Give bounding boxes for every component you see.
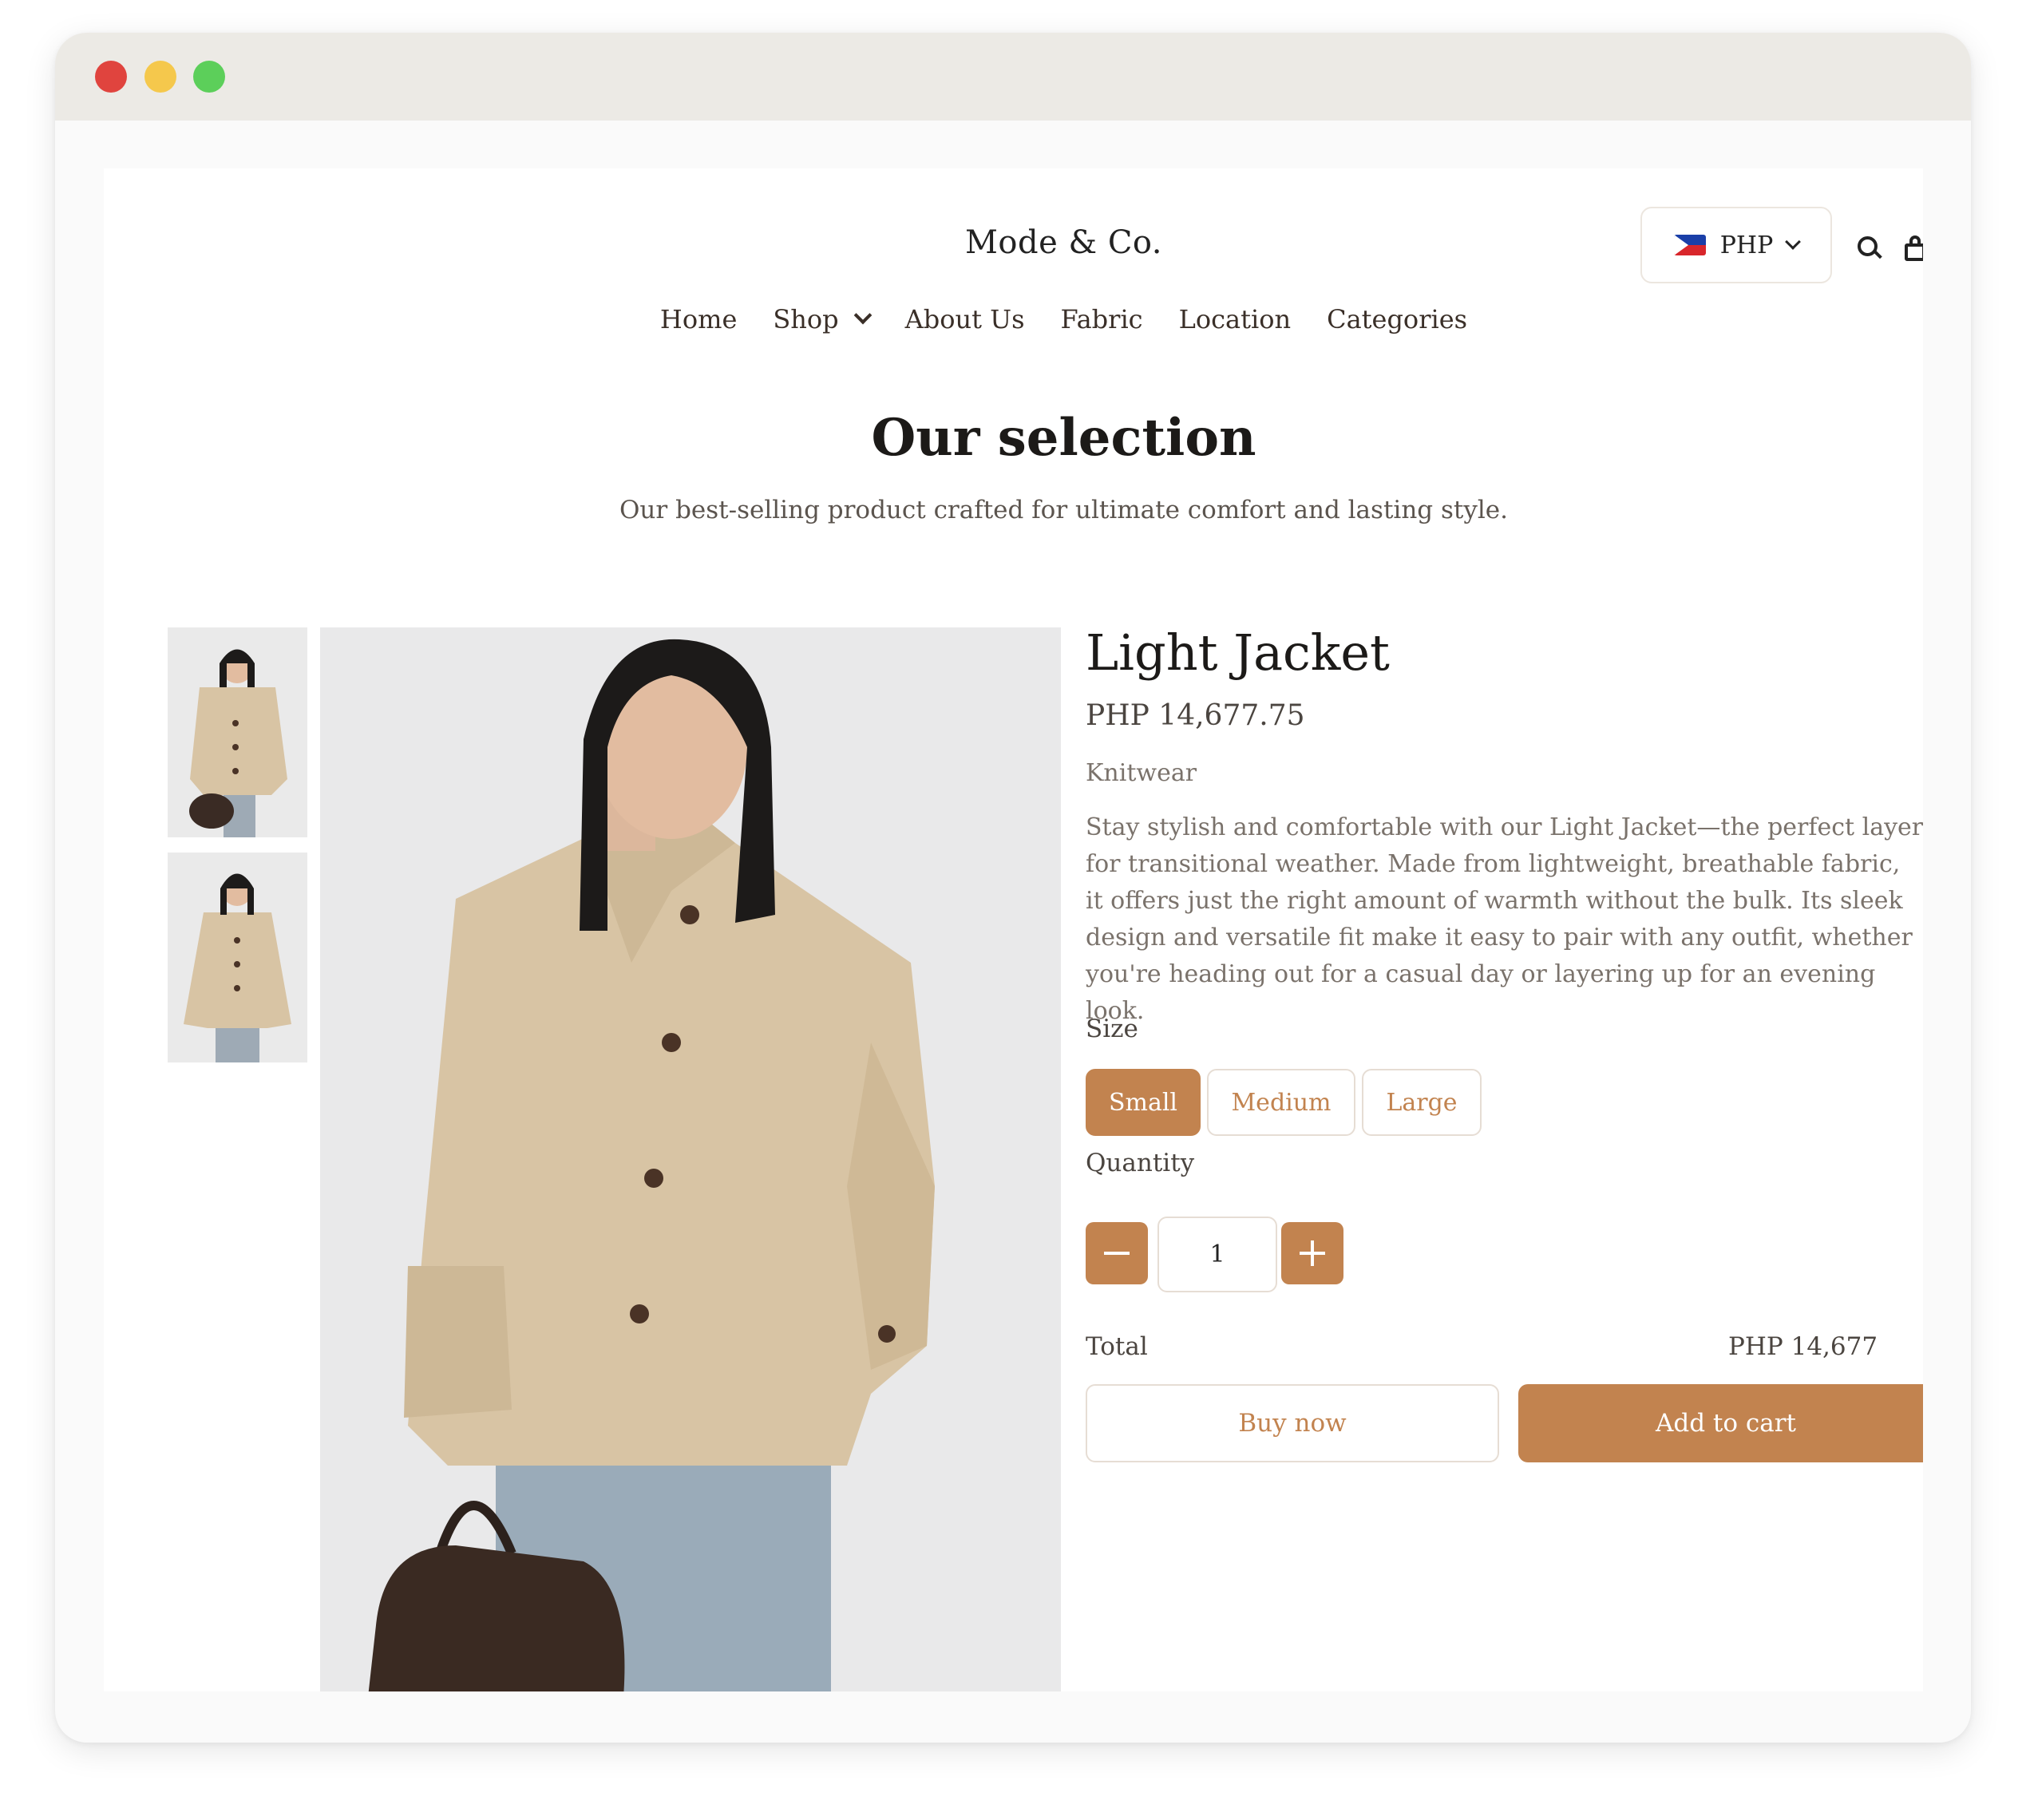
nav-item-home[interactable]: Home <box>660 304 737 334</box>
product-description: Stay stylish and comfortable with our Li… <box>1086 813 1923 1025</box>
quantity-decrease-button[interactable] <box>1086 1222 1148 1284</box>
buy-now-button[interactable]: Buy now <box>1086 1384 1499 1462</box>
product-thumbnail-2[interactable] <box>168 853 307 1062</box>
product-price: PHP 14,677.75 <box>1086 699 1305 732</box>
chevron-down-icon <box>853 306 872 325</box>
nav-item-about[interactable]: About Us <box>905 304 1025 334</box>
product-thumbnail-1[interactable] <box>168 627 307 837</box>
size-label: Size <box>1086 1015 1138 1043</box>
quantity-label: Quantity <box>1086 1149 1195 1177</box>
currency-selector[interactable]: PHP <box>1640 207 1832 283</box>
quantity-input[interactable] <box>1157 1217 1277 1292</box>
main-nav: Home Shop About Us Fabric Location Categ… <box>104 304 1923 334</box>
section-title: Our selection <box>871 408 1256 468</box>
quantity-increase-button[interactable] <box>1281 1222 1343 1284</box>
size-option-large[interactable]: Large <box>1362 1069 1482 1136</box>
product-main-image[interactable] <box>320 627 1061 1691</box>
chevron-down-icon <box>1785 234 1802 250</box>
nav-item-location[interactable]: Location <box>1179 304 1291 334</box>
size-options: Small Medium Large <box>1086 1069 1482 1136</box>
close-window-button[interactable] <box>95 61 127 93</box>
nav-item-fabric[interactable]: Fabric <box>1061 304 1143 334</box>
nav-item-shop-label: Shop <box>773 304 839 334</box>
section-subtitle: Our best-selling product crafted for ult… <box>619 496 1508 524</box>
store-page: Mode & Co. PHP Home Shop About Us Fabric… <box>104 168 1923 1691</box>
size-option-medium[interactable]: Medium <box>1207 1069 1355 1136</box>
total-label: Total <box>1086 1332 1148 1361</box>
add-to-cart-button[interactable]: Add to cart <box>1518 1384 1923 1462</box>
window-titlebar <box>55 33 1971 121</box>
product-title: Light Jacket <box>1086 623 1390 682</box>
cart-icon[interactable] <box>1901 234 1923 263</box>
browser-window: Mode & Co. PHP Home Shop About Us Fabric… <box>55 33 1971 1743</box>
minimize-window-button[interactable] <box>144 61 176 93</box>
currency-code: PHP <box>1719 231 1774 259</box>
maximize-window-button[interactable] <box>193 61 225 93</box>
nav-item-categories[interactable]: Categories <box>1327 304 1467 334</box>
nav-item-shop[interactable]: Shop <box>773 304 872 334</box>
philippines-flag-icon <box>1673 235 1706 255</box>
minus-icon <box>1104 1252 1130 1255</box>
size-option-small[interactable]: Small <box>1086 1069 1201 1136</box>
product-category[interactable]: Knitwear <box>1086 759 1197 787</box>
search-icon[interactable] <box>1858 236 1882 260</box>
total-value: PHP 14,677.75 <box>1728 1332 1880 1361</box>
